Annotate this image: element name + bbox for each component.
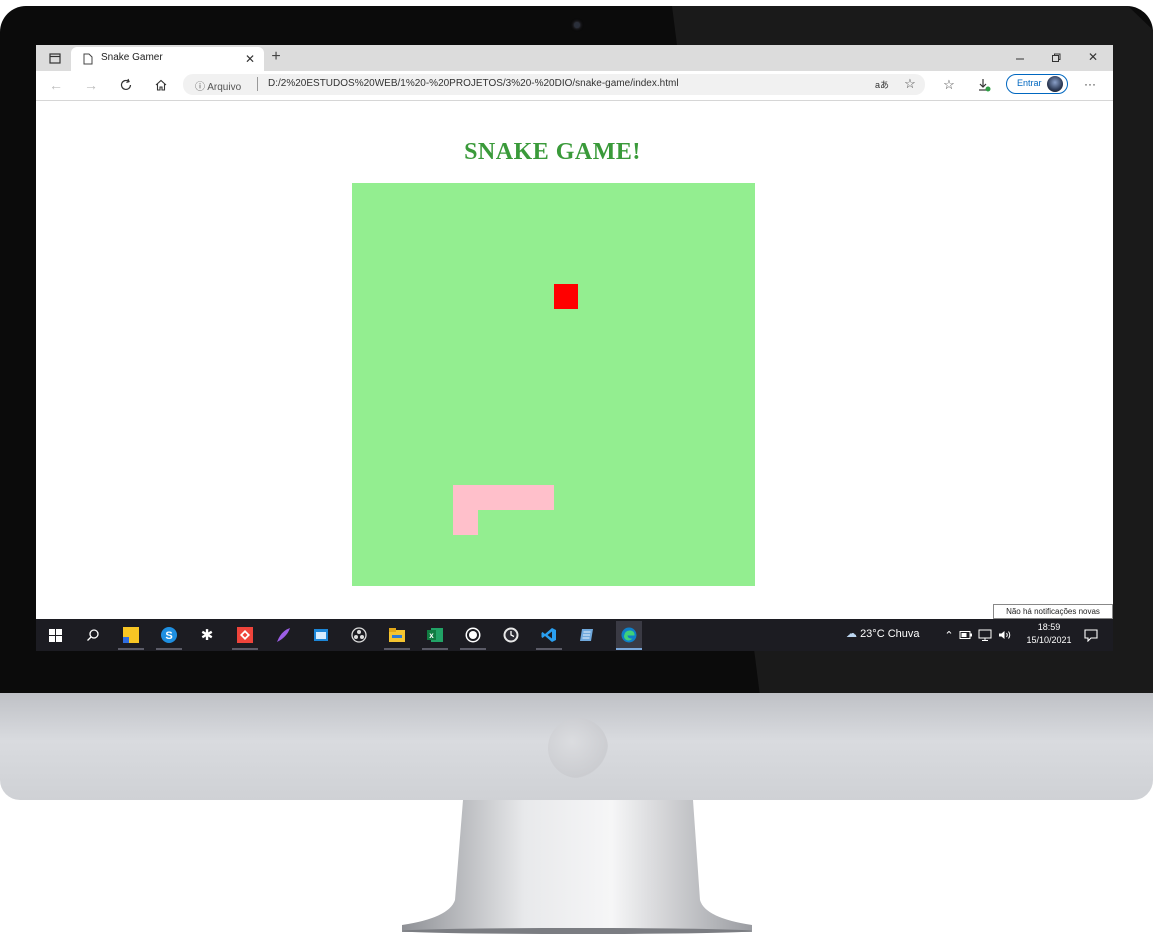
home-icon[interactable]: [153, 77, 169, 93]
svg-text:S: S: [165, 630, 172, 642]
tab-active[interactable]: Snake Gamer ✕: [71, 47, 264, 71]
feather-icon[interactable]: [274, 626, 292, 644]
downloads-icon[interactable]: [976, 77, 992, 93]
clock-date[interactable]: 15/10/2021: [1020, 635, 1078, 645]
chevron-up-icon[interactable]: ⌃: [940, 626, 958, 644]
app-running-indicator: [536, 648, 562, 650]
add-favorite-icon[interactable]: ☆: [903, 76, 917, 91]
snake-body: [453, 485, 554, 510]
app-running-indicator: [616, 648, 642, 650]
settings-icon[interactable]: ✱: [198, 626, 216, 644]
avatar: [1047, 76, 1063, 92]
svg-text:x: x: [429, 631, 434, 640]
address-separator: [257, 77, 258, 91]
weather-widget[interactable]: ☁ 23°C Chuva: [846, 627, 920, 640]
app-running-indicator: [422, 648, 448, 650]
info-icon: ⓘ: [195, 82, 208, 93]
clock-app-icon[interactable]: [502, 626, 520, 644]
tab-title: Snake Gamer: [101, 52, 163, 63]
read-aloud-icon[interactable]: aあ: [875, 78, 889, 91]
rain-cloud-icon: ☁: [846, 628, 861, 640]
tab-actions-icon[interactable]: [48, 51, 62, 65]
food: [554, 284, 578, 309]
refresh-icon[interactable]: [118, 77, 134, 93]
app-running-indicator: [156, 648, 182, 650]
screen: Snake Gamer ✕ + ✕ ← → ⓘ Arquivo D:/2%20E…: [36, 45, 1113, 651]
minimize-icon[interactable]: [1013, 51, 1027, 65]
edge-icon[interactable]: [616, 621, 642, 649]
file-explorer-icon[interactable]: [388, 626, 406, 644]
start-icon[interactable]: [46, 626, 64, 644]
page-content: SNAKE GAME!: [36, 101, 1113, 619]
anydesk-icon[interactable]: [236, 626, 254, 644]
network-icon[interactable]: [976, 626, 994, 644]
new-tab-icon[interactable]: +: [268, 48, 284, 65]
forward-icon[interactable]: →: [83, 77, 99, 93]
excel-icon[interactable]: x: [426, 626, 444, 644]
vscode-icon[interactable]: [540, 626, 558, 644]
battery-icon[interactable]: [957, 626, 975, 644]
webcam: [574, 22, 580, 28]
notification-tooltip: Não há notificações novas: [993, 604, 1113, 619]
monitor-stand: [402, 800, 752, 934]
app-running-indicator: [384, 648, 410, 650]
window-app-icon[interactable]: [312, 626, 330, 644]
app-running-indicator: [232, 648, 258, 650]
address-bar[interactable]: ⓘ Arquivo D:/2%20ESTUDOS%20WEB/1%20-%20P…: [183, 74, 925, 95]
restore-icon[interactable]: [1049, 51, 1063, 65]
site-info[interactable]: ⓘ Arquivo: [195, 78, 241, 93]
url-text[interactable]: D:/2%20ESTUDOS%20WEB/1%20-%20PROJETOS/3%…: [268, 78, 679, 89]
more-icon[interactable]: ···: [1081, 76, 1099, 92]
sticky-notes-icon[interactable]: [122, 626, 140, 644]
page-title: SNAKE GAME!: [464, 139, 641, 165]
favorites-icon[interactable]: ☆: [941, 77, 957, 93]
search-icon[interactable]: [84, 626, 102, 644]
volume-icon[interactable]: [996, 626, 1014, 644]
app-running-indicator: [118, 648, 144, 650]
back-icon[interactable]: ←: [48, 77, 64, 93]
monitor-logo: [548, 718, 608, 778]
obs-icon[interactable]: [350, 626, 368, 644]
close-tab-icon[interactable]: ✕: [243, 52, 257, 66]
game-board[interactable]: [352, 183, 755, 586]
notifications-icon[interactable]: [1082, 626, 1100, 644]
taskbar: S ✱ x ☁ 23°C Chuva ⌃ 18:59 15/10/2021: [36, 619, 1113, 651]
browser-toolbar: ← → ⓘ Arquivo D:/2%20ESTUDOS%20WEB/1%20-…: [36, 71, 1113, 101]
close-window-icon[interactable]: ✕: [1086, 50, 1100, 64]
whatsapp-icon[interactable]: [464, 626, 482, 644]
tab-bar: Snake Gamer ✕ + ✕: [36, 45, 1113, 71]
clock-time[interactable]: 18:59: [1034, 622, 1064, 632]
signin-button[interactable]: Entrar: [1006, 74, 1068, 94]
page-icon: [82, 52, 94, 66]
skype-icon[interactable]: S: [160, 626, 178, 644]
app-running-indicator: [460, 648, 486, 650]
snake-tail: [453, 510, 478, 535]
notepad-icon[interactable]: [578, 626, 596, 644]
